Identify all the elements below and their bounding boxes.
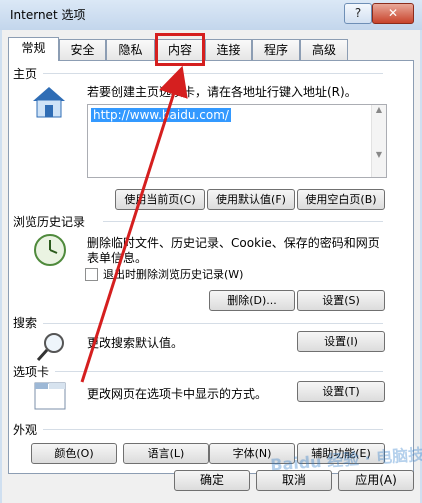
annotation-arrow xyxy=(80,65,188,383)
tab-general[interactable]: 常规 xyxy=(8,37,59,61)
